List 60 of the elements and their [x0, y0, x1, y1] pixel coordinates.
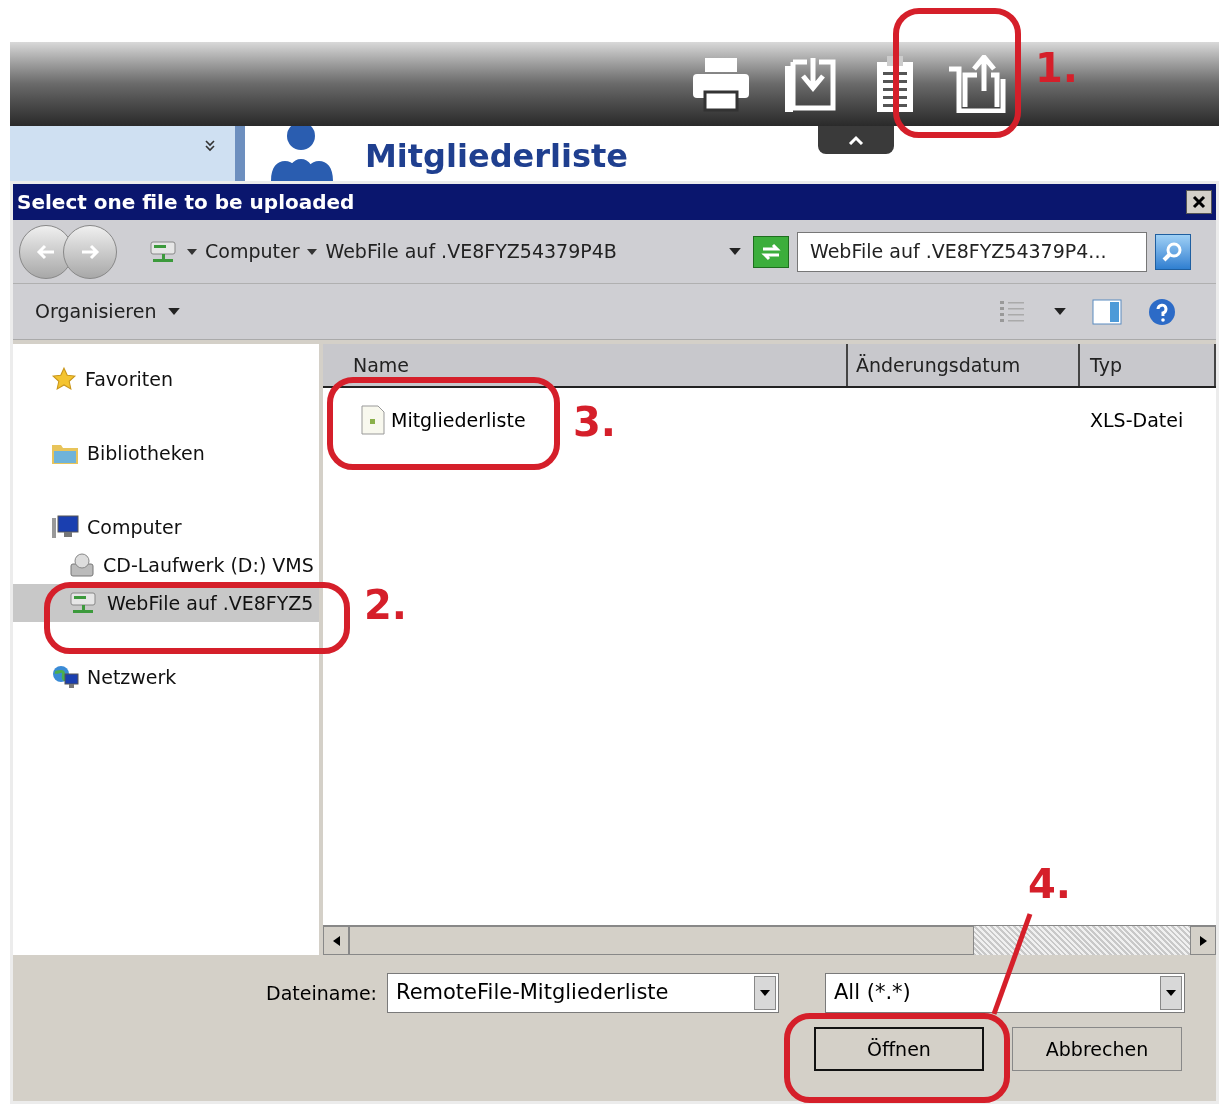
nav-item[interactable]: CD-Laufwerk (D:) VMS [13, 546, 319, 584]
nav-item[interactable]: Bibliotheken [13, 434, 319, 472]
share-icon[interactable] [947, 55, 1009, 113]
nav-item[interactable]: Netzwerk [13, 658, 319, 696]
breadcrumb-item[interactable]: Computer [205, 237, 300, 266]
horizontal-scrollbar[interactable] [323, 925, 1216, 955]
disc-drive-icon [69, 552, 95, 578]
back-arrow-icon [36, 243, 56, 260]
close-button[interactable] [1186, 190, 1212, 214]
close-icon [1192, 195, 1206, 209]
page-title: Mitgliederliste [365, 136, 629, 176]
dialog-button[interactable]: Öffnen [814, 1027, 984, 1071]
column-header[interactable]: Typ [1080, 344, 1216, 386]
forward-button[interactable] [63, 224, 117, 279]
caret-icon[interactable] [187, 248, 197, 255]
refresh-icon [759, 242, 783, 261]
scroll-left-button[interactable] [323, 926, 349, 955]
caret-icon[interactable] [1054, 308, 1066, 315]
column-header[interactable]: Änderungsdatum [848, 344, 1080, 386]
address-bar[interactable]: Computer WebFile auf .VE8FYZ54379P4B [145, 230, 745, 273]
star-icon [51, 366, 77, 392]
help-icon[interactable] [1148, 297, 1176, 326]
step-number: 3. [573, 402, 617, 442]
nav-item[interactable]: Favoriten [13, 360, 319, 398]
file-name[interactable]: Mitgliederliste [361, 405, 526, 435]
caret-icon [168, 308, 181, 315]
computer-icon [51, 514, 79, 540]
caret-icon[interactable] [307, 248, 318, 255]
filename-label: Dateiname: [266, 980, 377, 1006]
filter-dropdown[interactable]: All (*.*) [825, 973, 1185, 1013]
file-type: XLS-Datei [1089, 407, 1185, 433]
nav-item[interactable]: Computer [13, 508, 319, 546]
dropdown-arrow-icon[interactable] [729, 248, 741, 255]
printer-icon[interactable] [691, 56, 751, 112]
column-header[interactable]: Name [323, 344, 848, 386]
double-chevron-icon[interactable] [205, 140, 215, 152]
scrollbar-thumb[interactable] [349, 926, 974, 955]
search-icon [1162, 240, 1184, 263]
step-number: 1. [1035, 48, 1079, 88]
search-field[interactable]: WebFile auf .VE8FYZ54379P4... [797, 231, 1147, 272]
chevron-up-icon [848, 135, 864, 145]
network-drive-icon [69, 591, 99, 615]
network-drive-icon [149, 239, 179, 264]
collapse-tab[interactable] [818, 126, 894, 154]
scroll-right-button[interactable] [1190, 926, 1216, 955]
right-arrow-icon [1199, 935, 1207, 946]
spreadsheet-file-icon [361, 405, 385, 435]
step-number: 2. [364, 585, 408, 625]
breadcrumb-item[interactable]: WebFile auf .VE8FYZ54379P4B [325, 237, 617, 266]
organize-button[interactable]: Organisieren [35, 297, 181, 326]
dialog-button[interactable]: Abbrechen [1012, 1027, 1182, 1071]
dialog-title: Select one file to be uploaded [17, 189, 356, 216]
search-button[interactable] [1155, 233, 1191, 270]
refresh-button[interactable] [753, 235, 789, 268]
globe-computer-icon [51, 664, 79, 690]
preview-pane-icon[interactable] [1092, 298, 1122, 325]
filename-field[interactable]: RemoteFile-Mitgliederliste [387, 973, 779, 1013]
forward-arrow-icon [80, 243, 100, 260]
step-number: 4. [1028, 864, 1072, 904]
left-arrow-icon [332, 935, 340, 946]
